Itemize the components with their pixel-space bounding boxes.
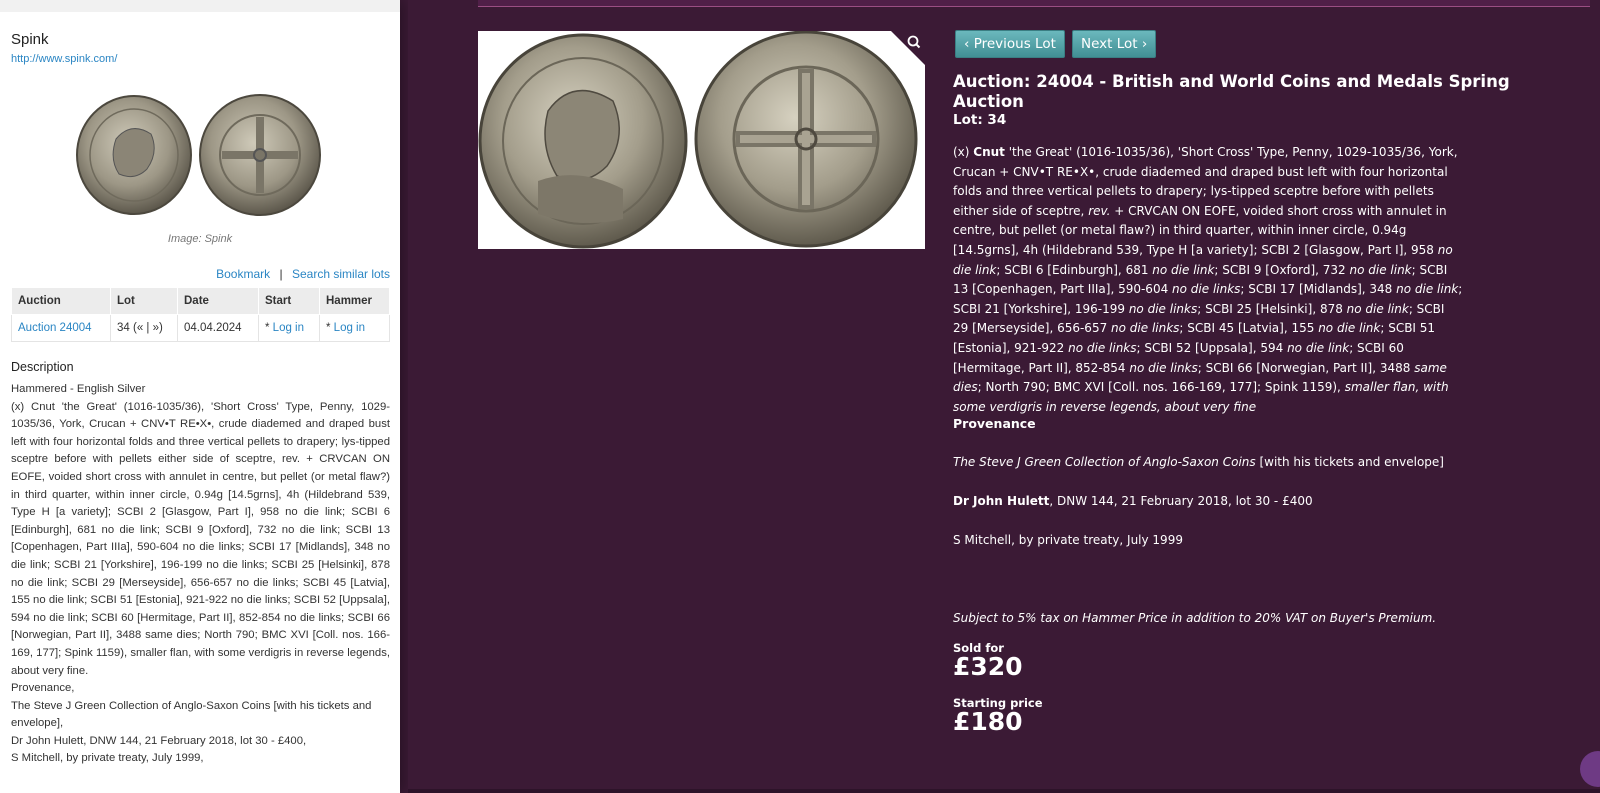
- provenance-green: The Steve J Green Collection of Anglo-Sa…: [953, 455, 1444, 469]
- start-login-link[interactable]: Log in: [273, 322, 304, 334]
- desc-part: ; SCBI 45 [Latvia], 155: [1179, 321, 1319, 336]
- header-lot: Lot: [110, 287, 178, 315]
- desc-ruler: Cnut: [973, 145, 1005, 159]
- desc-italic: no die link: [1349, 262, 1412, 277]
- search-similar-link[interactable]: Search similar lots: [292, 267, 390, 281]
- desc-italic: no die link: [1287, 340, 1350, 355]
- desc-italic: no die links: [1129, 360, 1198, 375]
- provenance-hulett-rest: , DNW 144, 21 February 2018, lot 30 - £4…: [1049, 494, 1313, 508]
- cell-date: 04.04.2024: [177, 314, 259, 342]
- desc-italic: no die link: [1152, 262, 1215, 277]
- table-header-row: Auction Lot Date Start Hammer: [11, 287, 390, 315]
- lot-detail-panel: ‹ Previous Lot Next Lot › Auction: 24004…: [408, 0, 1600, 793]
- previous-lot-button[interactable]: ‹ Previous Lot: [955, 30, 1065, 58]
- lot-description: (x) Cnut 'the Great' (1016-1035/36), 'Sh…: [953, 143, 1463, 417]
- bottom-bar: [408, 789, 1600, 793]
- description-prov3: S Mitchell, by private treaty, July 1999…: [11, 752, 204, 765]
- tax-note: Subject to 5% tax on Hammer Price in add…: [953, 611, 1437, 625]
- description-prov2: Dr John Hulett, DNW 144, 21 February 201…: [11, 734, 307, 747]
- zoom-button[interactable]: [891, 31, 925, 65]
- hammer-login-link[interactable]: Log in: [334, 322, 365, 334]
- lot-actions: Bookmark | Search similar lots: [216, 267, 390, 281]
- lot-image[interactable]: [478, 31, 925, 249]
- source-url-link[interactable]: http://www.spink.com/: [11, 53, 117, 65]
- description-body: Hammered - English Silver (x) Cnut 'the …: [11, 381, 390, 768]
- desc-italic: no die links: [1068, 340, 1137, 355]
- desc-italic: no die link: [1346, 301, 1409, 316]
- sold-for-value: £320: [953, 652, 1023, 681]
- header-auction: Auction: [11, 287, 111, 315]
- bookmark-link[interactable]: Bookmark: [216, 267, 270, 281]
- provenance-hulett-name: Dr John Hulett: [953, 494, 1050, 508]
- cell-lot[interactable]: 34 (« | »): [110, 314, 178, 342]
- desc-part: ; SCBI 17 [Midlands], 348: [1240, 282, 1397, 297]
- description-prov1: The Steve J Green Collection of Anglo-Sa…: [11, 699, 372, 730]
- lot-info-sidebar: Spink http://www.spink.com/ Image: Spink…: [0, 0, 400, 793]
- start-prefix: *: [265, 322, 273, 334]
- auction-title: Auction: 24004 - British and World Coins…: [953, 72, 1510, 111]
- desc-italic: no die link: [1318, 321, 1381, 336]
- source-name: Spink: [11, 31, 49, 48]
- zoom-icon: [891, 31, 925, 65]
- provenance-hulett: Dr John Hulett, DNW 144, 21 February 201…: [953, 494, 1313, 508]
- desc-part: ; SCBI 66 [Norwegian, Part II], 3488: [1197, 360, 1415, 375]
- description-title: Description: [11, 360, 74, 374]
- desc-italic: rev.: [1088, 203, 1111, 218]
- chat-icon[interactable]: [1580, 751, 1600, 787]
- desc-part: ; SCBI 6 [Edinburgh], 681: [996, 262, 1153, 277]
- hammer-prefix: *: [326, 322, 334, 334]
- desc-part: ; SCBI 9 [Oxford], 732: [1214, 262, 1350, 277]
- desc-italic: no die link: [1396, 282, 1459, 297]
- starting-price-value: £180: [953, 707, 1023, 736]
- provenance-green-title: The Steve J Green Collection of Anglo-Sa…: [953, 455, 1256, 469]
- description-provenance: Provenance,: [11, 682, 75, 695]
- table-row: Auction 24004 34 (« | ») 04.04.2024 * Lo…: [11, 314, 390, 342]
- lot-number: Lot: 34: [953, 112, 1007, 128]
- separator: |: [279, 267, 283, 281]
- top-bar: [478, 0, 1590, 7]
- next-lot-button[interactable]: Next Lot ›: [1072, 30, 1157, 58]
- desc-part: ; SCBI 25 [Helsinki], 878: [1197, 301, 1347, 316]
- desc-intro: (x): [953, 145, 974, 159]
- description-category: Hammered - English Silver: [11, 383, 146, 395]
- description-text: (x) Cnut 'the Great' (1016-1035/36), 'Sh…: [11, 400, 390, 677]
- sidebar-top-strip: [0, 0, 400, 12]
- desc-part: ; SCBI 52 [Uppsala], 594: [1136, 340, 1288, 355]
- lot-table: Auction Lot Date Start Hammer Auction 24…: [11, 287, 390, 342]
- header-date: Date: [177, 287, 259, 315]
- desc-italic: no die links: [1128, 301, 1198, 316]
- auction-link[interactable]: Auction 24004: [18, 322, 92, 334]
- provenance-heading: Provenance: [953, 416, 1036, 431]
- coin-thumbnail[interactable]: [76, 94, 326, 218]
- desc-italic: no die links: [1172, 282, 1241, 297]
- cell-auction: Auction 24004: [11, 314, 111, 342]
- cell-start: * Log in: [258, 314, 320, 342]
- image-credit: Image: Spink: [167, 233, 233, 245]
- coin-image: [478, 31, 918, 249]
- header-hammer: Hammer: [319, 287, 390, 315]
- provenance-green-rest: [with his tickets and envelope]: [1255, 455, 1444, 469]
- provenance-mitchell: S Mitchell, by private treaty, July 1999: [953, 533, 1183, 547]
- header-start: Start: [258, 287, 320, 315]
- cell-hammer: * Log in: [319, 314, 390, 342]
- desc-part: ; North 790; BMC XVI [Coll. nos. 166-169…: [977, 380, 1345, 395]
- desc-italic: no die links: [1111, 321, 1180, 336]
